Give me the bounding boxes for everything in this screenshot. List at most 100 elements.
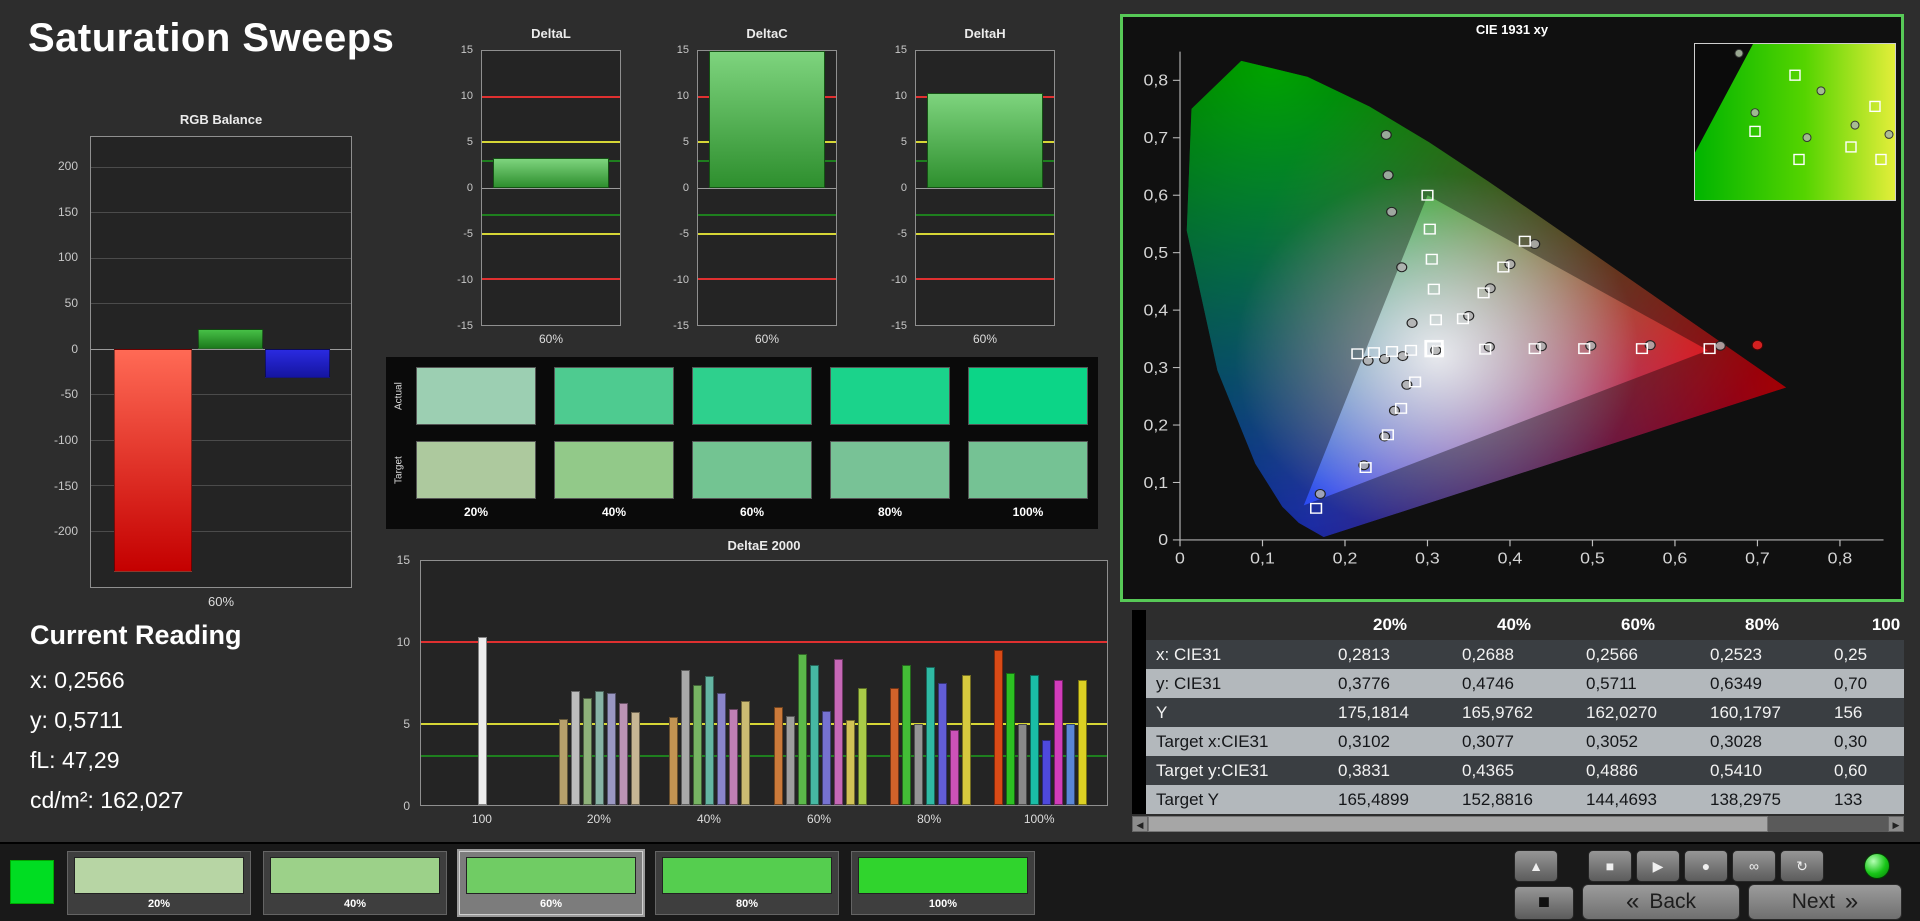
- cie-x-tick-label: 0,5: [1580, 549, 1605, 567]
- active-pattern-indicator: [10, 860, 54, 904]
- cie-title: CIE 1931 xy: [1475, 22, 1549, 37]
- record-icon: ●: [1701, 858, 1711, 874]
- rgb-balance-chart: RGB Balance 200 150 100 50 0 -50 -100 -150 -200 …: [40, 110, 360, 615]
- deltae-bar: [619, 702, 629, 805]
- pattern-tile-label: 60%: [539, 898, 563, 910]
- de-group-label: 100: [471, 812, 492, 826]
- table-row[interactable]: Target y:CIE31 0,3831 0,4365 0,4886 0,5410 0,…: [1132, 756, 1904, 785]
- table-row[interactable]: Y 175,1814 165,9762 162,0270 160,1797 156: [1132, 698, 1904, 727]
- next-button[interactable]: Next »: [1748, 884, 1902, 920]
- cie-y-tick-label: 0,6: [1143, 186, 1168, 204]
- table-row[interactable]: y: CIE31 0,3776 0,4746 0,5711 0,6349 0,70: [1132, 669, 1904, 698]
- delta-ytick-label: 0: [466, 182, 473, 194]
- de-ytick-label: 15: [396, 553, 410, 567]
- delta-c-chart: DeltaC 15 10 5 0 -5 -10 -15 60%: [667, 24, 845, 354]
- deltae-bar: [729, 709, 739, 805]
- collapse-button[interactable]: ▲: [1514, 850, 1558, 882]
- rgb-ytick-label: 100: [57, 250, 78, 265]
- scroll-right-button[interactable]: ▶: [1888, 816, 1904, 832]
- scrollbar-track[interactable]: [1768, 816, 1888, 832]
- deltae-bar: [773, 707, 783, 805]
- delta-c-x-label: 60%: [754, 332, 780, 346]
- zero-line: [482, 188, 620, 189]
- row-gutter: [1132, 756, 1146, 785]
- delta-ytick-label: 10: [676, 90, 689, 102]
- cell-value: 0,70: [1824, 669, 1904, 698]
- swatch-col-label: 40%: [601, 505, 627, 519]
- pattern-tile-80%[interactable]: 80%: [655, 851, 839, 915]
- cie-y-tick-label: 0,2: [1143, 416, 1168, 434]
- back-label: Back: [1649, 890, 1697, 913]
- play-icon: ▶: [1652, 858, 1664, 874]
- delta-ytick-label: 5: [900, 136, 907, 148]
- deltae-bar: [797, 653, 807, 805]
- scroll-thumb[interactable]: [1148, 816, 1768, 832]
- cie-y-tick-label: 0,3: [1143, 359, 1168, 377]
- de-group-label: 40%: [696, 812, 721, 826]
- rgb-bar-green: [197, 328, 263, 349]
- pattern-tile-40%[interactable]: 40%: [263, 851, 447, 915]
- cell-value: 165,4899: [1328, 785, 1452, 814]
- reading-x: x: 0,2566: [30, 667, 125, 693]
- table-row[interactable]: Target x:CIE31 0,3102 0,3077 0,3052 0,3028 0,…: [1132, 727, 1904, 756]
- table-row[interactable]: x: CIE31 0,2813 0,2688 0,2566 0,2523 0,25: [1132, 640, 1904, 669]
- pattern-tile-20%[interactable]: 20%: [67, 851, 251, 915]
- deltae-bar: [1005, 673, 1015, 805]
- row-gutter: [1132, 669, 1146, 698]
- loop-icon: ∞: [1749, 858, 1759, 874]
- delta-h-plot-area: [915, 50, 1055, 326]
- table-row: 20% 40% 60% 80% 100: [1132, 610, 1904, 640]
- measured-point: [1380, 129, 1392, 140]
- collapse-icon: ▲: [1529, 858, 1543, 874]
- swatch-actual: [416, 367, 536, 425]
- cie-1931-chart: CIE 1931 xy 0 0 0,1 0,1 0,2 0,2 0,3 0,3 …: [1120, 14, 1904, 602]
- scroll-left-button[interactable]: ◀: [1132, 816, 1148, 832]
- cell-value: 0,3776: [1328, 669, 1452, 698]
- stop-button[interactable]: ■: [1588, 850, 1632, 882]
- swatch-actual: [554, 367, 674, 425]
- cell-value: 160,1797: [1700, 698, 1824, 727]
- measured-point: [1529, 239, 1541, 250]
- swatch-actual: [968, 367, 1088, 425]
- de-group-label: 20%: [586, 812, 611, 826]
- row-label: Target x:CIE31: [1146, 727, 1328, 756]
- delta-ytick-label: 15: [676, 44, 689, 56]
- deltae-bar: [833, 658, 843, 805]
- rgb-y-axis: 200 150 100 50 0 -50 -100 -150 -200: [40, 136, 84, 588]
- back-button[interactable]: « Back: [1582, 884, 1740, 920]
- refresh-button[interactable]: ↻: [1780, 850, 1824, 882]
- cell-value: 0,2688: [1452, 640, 1576, 669]
- delta-l-y-axis: 15 10 5 0 -5 -10 -15: [451, 44, 479, 332]
- inset-measured-point: [1850, 120, 1860, 130]
- rgb-ytick-label: 200: [57, 159, 78, 174]
- table-scrollbar[interactable]: ◀ ▶: [1132, 816, 1904, 832]
- loop-button[interactable]: ∞: [1732, 850, 1776, 882]
- table-row[interactable]: Target Y 165,4899 152,8816 144,4693 138,2975…: [1132, 785, 1904, 814]
- pattern-tile-60%[interactable]: 60%: [459, 851, 643, 915]
- pattern-tile-label: 20%: [147, 898, 171, 910]
- row-label: x: CIE31: [1146, 640, 1328, 669]
- cell-value: 0,4365: [1452, 756, 1576, 785]
- pattern-tile-100%[interactable]: 100%: [851, 851, 1035, 915]
- play-button[interactable]: ▶: [1636, 850, 1680, 882]
- pattern-tile-color: [662, 857, 832, 894]
- rgb-bar-blue: [265, 348, 331, 378]
- delta-h-y-axis: 15 10 5 0 -5 -10 -15: [885, 44, 913, 332]
- ref-line: [916, 214, 1054, 217]
- measured-point: [1406, 318, 1418, 328]
- row-gutter: [1132, 698, 1146, 727]
- stop-pattern-button[interactable]: ◼: [1514, 886, 1574, 920]
- record-button[interactable]: ●: [1684, 850, 1728, 882]
- deltae-bar: [583, 697, 593, 805]
- deltae-bar: [571, 691, 581, 805]
- delta-c-y-axis: 15 10 5 0 -5 -10 -15: [667, 44, 695, 332]
- delta-ytick-label: 15: [460, 44, 473, 56]
- delta-ytick-label: 10: [894, 90, 907, 102]
- rgb-ytick-label: -150: [53, 478, 78, 493]
- cell-value: 20%: [1372, 615, 1408, 634]
- cell-value: 165,9762: [1452, 698, 1576, 727]
- cell-value: 133: [1824, 785, 1904, 814]
- deltae-bar: [1077, 679, 1087, 805]
- cell-value: 138,2975: [1700, 785, 1824, 814]
- swatch-row-label: Target: [393, 456, 405, 484]
